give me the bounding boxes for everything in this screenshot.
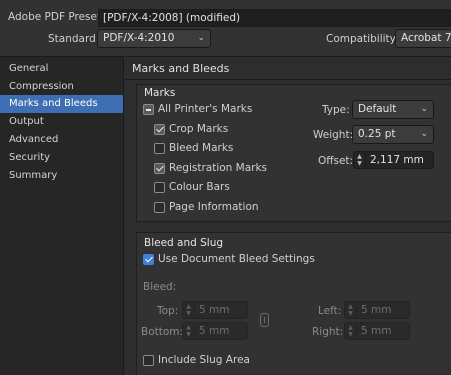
preset-field[interactable]: [PDF/X-4:2008] (modified)	[98, 9, 451, 27]
compatibility-label: Compatibility:	[326, 33, 399, 45]
compatibility-select[interactable]: Acrobat 7 (PDF 1.6)	[395, 29, 451, 48]
category-sidebar: General Compression Marks and Bleeds Out…	[0, 56, 124, 375]
top-bleed-value: 5 mm	[199, 304, 230, 316]
registration-marks-checkbox[interactable]	[154, 163, 165, 174]
all-printers-marks-label: All Printer's Marks	[158, 103, 253, 115]
preset-value: [PDF/X-4:2008] (modified)	[103, 12, 241, 24]
chevron-down-icon: ⌄	[420, 104, 428, 114]
type-value: Default	[358, 103, 397, 115]
sidebar-item-general[interactable]: General	[0, 60, 123, 78]
bleed-marks-checkbox[interactable]	[154, 143, 165, 154]
bleed-marks-label: Bleed Marks	[169, 142, 234, 154]
standard-value: PDF/X-4:2010	[103, 32, 175, 44]
page-title: Marks and Bleeds	[132, 62, 230, 75]
standard-label: Standard:	[48, 33, 100, 45]
type-select[interactable]: Default ⌄	[352, 100, 434, 119]
stepper-arrows-icon[interactable]: ▲ ▼	[345, 323, 357, 339]
weight-label: Weight:	[313, 129, 354, 141]
all-printers-marks-checkbox[interactable]	[143, 104, 154, 115]
include-slug-area-checkbox[interactable]	[143, 355, 154, 366]
stepper-arrows-icon[interactable]: ▲ ▼	[183, 323, 195, 339]
page-information-checkbox[interactable]	[154, 202, 165, 213]
weight-select[interactable]: 0.25 pt ⌄	[352, 125, 434, 144]
page-information-label: Page Information	[169, 201, 259, 213]
sidebar-item-summary[interactable]: Summary	[0, 167, 123, 185]
sidebar-item-compression[interactable]: Compression	[0, 78, 123, 96]
use-document-bleed-checkbox[interactable]	[143, 254, 154, 265]
bottom-bleed-stepper[interactable]: ▲ ▼ 5 mm	[182, 322, 248, 340]
crop-marks-checkbox[interactable]	[154, 124, 165, 135]
include-slug-area-label: Include Slug Area	[158, 354, 250, 366]
offset-stepper[interactable]: ▲ ▼ 2,117 mm	[353, 151, 434, 169]
offset-label: Offset:	[318, 155, 354, 167]
chevron-down-icon: ⌄	[197, 33, 205, 43]
left-label: Left:	[318, 305, 342, 317]
bottom-bleed-value: 5 mm	[199, 325, 230, 337]
preset-label: Adobe PDF Preset:	[8, 11, 105, 23]
compatibility-value: Acrobat 7 (PDF 1.6)	[401, 32, 451, 44]
bleed-group-title: Bleed and Slug	[144, 237, 224, 249]
bleed-label: Bleed:	[143, 281, 177, 293]
crop-marks-label: Crop Marks	[169, 123, 229, 135]
link-chain-icon[interactable]	[260, 313, 269, 327]
sidebar-item-marks-and-bleeds[interactable]: Marks and Bleeds	[0, 95, 123, 113]
sidebar-item-advanced[interactable]: Advanced	[0, 131, 123, 149]
top-bleed-stepper[interactable]: ▲ ▼ 5 mm	[182, 301, 248, 319]
marks-group-title: Marks	[144, 87, 176, 99]
sidebar-item-security[interactable]: Security	[0, 149, 123, 167]
stepper-arrows-icon[interactable]: ▲ ▼	[345, 302, 357, 318]
colour-bars-label: Colour Bars	[169, 181, 230, 193]
stepper-arrows-icon[interactable]: ▲ ▼	[354, 152, 366, 168]
chevron-down-icon: ⌄	[420, 129, 428, 139]
top-label: Top:	[157, 305, 179, 317]
use-document-bleed-label: Use Document Bleed Settings	[158, 253, 315, 265]
right-bleed-stepper[interactable]: ▲ ▼ 5 mm	[344, 322, 410, 340]
right-bleed-value: 5 mm	[361, 325, 392, 337]
left-bleed-stepper[interactable]: ▲ ▼ 5 mm	[344, 301, 410, 319]
registration-marks-label: Registration Marks	[169, 162, 268, 174]
sidebar-item-output[interactable]: Output	[0, 113, 123, 131]
colour-bars-checkbox[interactable]	[154, 182, 165, 193]
type-label: Type:	[322, 104, 350, 116]
right-label: Right:	[312, 326, 344, 338]
standard-select[interactable]: PDF/X-4:2010 ⌄	[97, 29, 211, 48]
title-divider	[125, 79, 451, 80]
bottom-label: Bottom:	[141, 326, 184, 338]
offset-value: 2,117 mm	[370, 154, 424, 166]
weight-value: 0.25 pt	[358, 128, 396, 140]
stepper-arrows-icon[interactable]: ▲ ▼	[183, 302, 195, 318]
left-bleed-value: 5 mm	[361, 304, 392, 316]
